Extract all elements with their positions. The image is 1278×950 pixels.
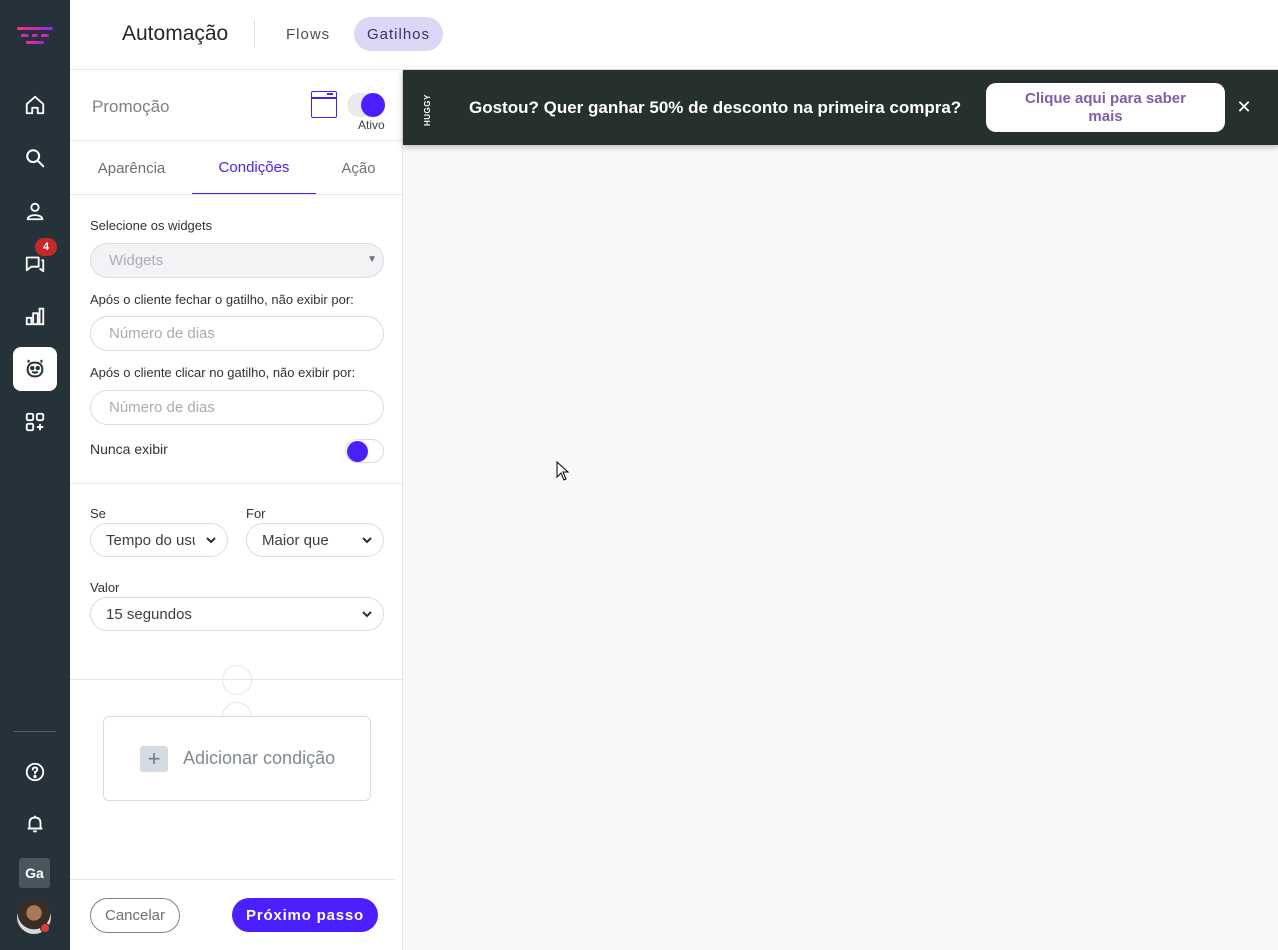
toggle-knob xyxy=(347,441,368,462)
workspace-initials[interactable]: Ga xyxy=(19,858,50,888)
tab-aparencia[interactable]: Aparência xyxy=(88,141,175,195)
click-days-input[interactable]: Número de dias xyxy=(90,390,384,425)
valor-select-value: 15 segundos xyxy=(106,605,192,623)
never-show-label: Nunca exibir xyxy=(90,441,168,457)
user-icon xyxy=(26,202,44,221)
trigger-title: Promoção xyxy=(92,97,170,116)
nav-reports[interactable] xyxy=(13,294,57,338)
close-icon[interactable]: ✕ xyxy=(1234,97,1254,117)
close-days-label: Após o cliente fechar o gatilho, não exi… xyxy=(90,292,354,307)
page-title: Automação xyxy=(122,22,229,45)
status-dot xyxy=(40,923,50,933)
click-days-label: Após o cliente clicar no gatilho, não ex… xyxy=(90,365,356,380)
apps-add-icon xyxy=(25,412,45,432)
divider xyxy=(70,483,403,484)
tab-flows[interactable]: Flows xyxy=(272,17,344,51)
search-icon xyxy=(26,149,45,168)
valor-select[interactable]: 15 segundos xyxy=(90,597,384,631)
widgets-select[interactable]: Widgets ▼ xyxy=(90,243,384,278)
promo-banner: HUGGY Gostou? Quer ganhar 50% de descont… xyxy=(403,70,1278,145)
huggy-logo-icon[interactable] xyxy=(17,24,53,46)
help-icon xyxy=(25,762,45,782)
valor-label: Valor xyxy=(90,580,120,595)
bell-icon xyxy=(27,815,43,833)
next-step-button[interactable]: Próximo passo xyxy=(232,898,378,932)
chevron-down-icon xyxy=(362,611,372,618)
nav-contacts[interactable] xyxy=(13,189,57,233)
tab-acao[interactable]: Ação xyxy=(332,141,385,195)
nav-help[interactable] xyxy=(13,750,57,794)
nav-notifications[interactable] xyxy=(13,802,57,846)
promo-cta-button[interactable]: Clique aqui para saber mais xyxy=(986,83,1225,132)
add-condition-button[interactable]: + Adicionar condição xyxy=(103,716,371,801)
tab-gatilhos[interactable]: Gatilhos xyxy=(354,17,444,51)
se-label: Se xyxy=(90,506,106,521)
add-condition-label: Adicionar condição xyxy=(183,748,336,768)
mouse-cursor-icon xyxy=(556,461,570,481)
main-sidebar: 4 Ga xyxy=(0,0,70,950)
plus-icon: + xyxy=(140,745,168,772)
nav-home[interactable] xyxy=(13,83,57,127)
chart-icon xyxy=(25,307,45,326)
divider xyxy=(70,879,395,880)
nav-automation[interactable] xyxy=(13,347,57,391)
widgets-label: Selecione os widgets xyxy=(90,218,213,233)
chevron-down-icon xyxy=(362,537,372,544)
divider xyxy=(70,194,403,195)
se-select-value: Tempo do usuário xyxy=(106,531,195,549)
se-select[interactable]: Tempo do usuário xyxy=(90,523,228,557)
top-header: Automação Flows Gatilhos xyxy=(70,0,1278,70)
connector-node xyxy=(222,665,252,695)
active-toggle[interactable] xyxy=(347,93,385,117)
divider xyxy=(70,679,403,680)
close-days-input[interactable]: Número de dias xyxy=(90,316,384,351)
chevron-down-icon: ▼ xyxy=(367,254,377,265)
home-icon xyxy=(25,95,45,115)
toggle-knob xyxy=(361,93,385,117)
for-select-value: Maior que xyxy=(262,531,329,549)
tab-condicoes[interactable]: Condições xyxy=(192,141,316,195)
bot-icon xyxy=(26,359,44,378)
nav-apps[interactable] xyxy=(13,400,57,444)
header-divider xyxy=(254,20,255,48)
chevron-down-icon xyxy=(206,537,216,544)
widgets-select-value: Widgets xyxy=(109,252,164,269)
for-select[interactable]: Maior que xyxy=(246,523,384,557)
chat-count-badge: 4 xyxy=(35,238,57,256)
huggy-brand-logo: HUGGY xyxy=(423,94,432,126)
for-label: For xyxy=(246,506,266,521)
trigger-editor-panel: Promoção Ativo Aparência Condições Ação … xyxy=(70,70,403,950)
cancel-button[interactable]: Cancelar xyxy=(90,898,180,933)
nav-search[interactable] xyxy=(13,136,57,180)
promo-text: Gostou? Quer ganhar 50% de desconto na p… xyxy=(469,98,962,117)
never-show-toggle[interactable] xyxy=(345,439,384,463)
window-preview-icon[interactable] xyxy=(311,91,337,118)
active-toggle-label: Ativo xyxy=(358,118,385,132)
sidebar-divider xyxy=(14,731,56,732)
